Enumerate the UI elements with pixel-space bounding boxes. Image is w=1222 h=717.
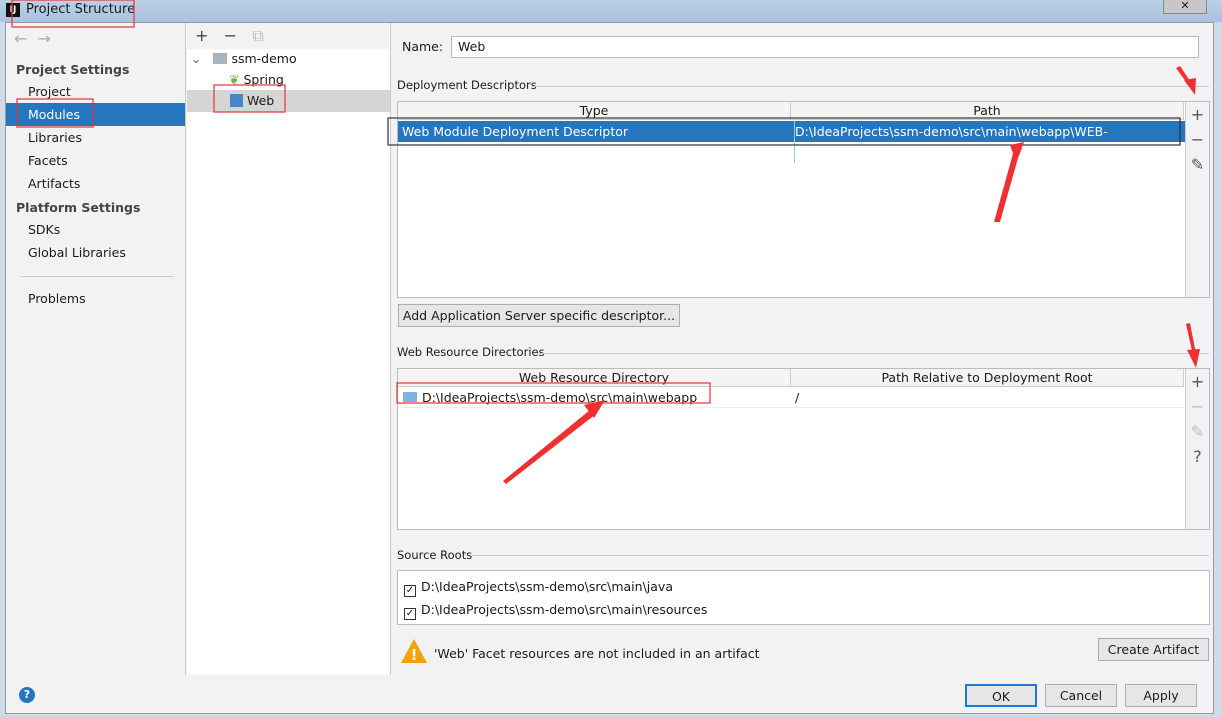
- add-icon[interactable]: +: [195, 26, 208, 45]
- spring-leaf-icon: ❦: [229, 72, 239, 87]
- warning-icon: !: [400, 638, 428, 664]
- tree-node-spring[interactable]: ❦ Spring: [229, 69, 284, 91]
- sidebar-item-project[interactable]: Project: [6, 80, 185, 103]
- warning-text: 'Web' Facet resources are not included i…: [434, 646, 760, 661]
- sidebar-item-libraries[interactable]: Libraries: [6, 126, 185, 149]
- create-artifact-button[interactable]: Create Artifact: [1098, 638, 1209, 661]
- tree-node-label: Spring: [243, 72, 283, 87]
- project-settings-heading: Project Settings: [16, 62, 129, 77]
- sidebar-item-facets[interactable]: Facets: [6, 149, 185, 172]
- help-button[interactable]: ?: [19, 687, 35, 703]
- project-structure-dialog: ←→ Project Settings Project Modules Libr…: [5, 22, 1214, 714]
- checkbox-checked[interactable]: ✓: [404, 608, 416, 620]
- tree-node-web[interactable]: Web: [187, 90, 390, 112]
- table-row[interactable]: Web Module Deployment Descriptor D:\Idea…: [398, 121, 1185, 142]
- directory-cell: D:\IdeaProjects\ssm-demo\src\main\webapp: [422, 387, 697, 408]
- resource-toolbar: + − ✎ ?: [1185, 369, 1209, 529]
- help-question-icon[interactable]: ?: [1186, 444, 1209, 469]
- window-title: Project Structure: [26, 2, 135, 17]
- add-server-descriptor-button[interactable]: Add Application Server specific descript…: [398, 304, 680, 327]
- relative-path-cell: /: [795, 387, 799, 408]
- tree-node-label: Web: [247, 93, 274, 108]
- apply-button[interactable]: Apply: [1125, 684, 1197, 707]
- sidebar-item-sdks[interactable]: SDKs: [6, 218, 185, 241]
- deployment-descriptors-table: Type Path Web Module Deployment Descript…: [397, 101, 1210, 298]
- folder-icon: [403, 392, 417, 402]
- column-header-path[interactable]: Path: [791, 102, 1184, 120]
- chevron-down-icon[interactable]: ⌄: [191, 51, 201, 66]
- column-header-directory[interactable]: Web Resource Directory: [398, 369, 791, 387]
- copy-icon[interactable]: ⧉: [252, 26, 263, 45]
- table-row[interactable]: D:\IdeaProjects\ssm-demo\src\main\webapp…: [398, 387, 1185, 408]
- svg-text:!: !: [411, 646, 418, 664]
- web-facet-panel: Name: Web Deployment Descriptors Type Pa…: [392, 23, 1214, 675]
- dialog-footer: ? OK Cancel Apply: [6, 675, 1213, 713]
- tree-toolbar: + − ⧉: [187, 23, 390, 49]
- cancel-button[interactable]: Cancel: [1045, 684, 1117, 707]
- sidebar-item-modules[interactable]: Modules: [6, 103, 185, 126]
- web-resource-directories-heading: Web Resource Directories: [397, 345, 545, 359]
- add-icon[interactable]: +: [1186, 102, 1209, 127]
- web-facet-icon: [230, 94, 243, 107]
- remove-icon[interactable]: −: [1186, 127, 1209, 152]
- source-roots-heading: Source Roots: [397, 548, 472, 562]
- intellij-logo-icon: IJ: [6, 3, 20, 17]
- ok-button[interactable]: OK: [965, 684, 1037, 707]
- platform-settings-heading: Platform Settings: [16, 200, 140, 215]
- divider: [537, 353, 1209, 354]
- sidebar-item-artifacts[interactable]: Artifacts: [6, 172, 185, 195]
- back-forward-icons[interactable]: ←→: [14, 29, 61, 48]
- divider: [20, 276, 174, 277]
- sidebar: ←→ Project Settings Project Modules Libr…: [6, 23, 186, 675]
- type-cell: Web Module Deployment Descriptor: [402, 121, 628, 142]
- source-roots-list: ✓D:\IdeaProjects\ssm-demo\src\main\java …: [397, 570, 1210, 625]
- source-root-item[interactable]: ✓ D:\IdeaProjects\ssm-demo\src\main\resou…: [404, 602, 707, 620]
- divider: [532, 86, 1209, 87]
- module-folder-icon: [213, 53, 227, 64]
- tree-node-label: ssm-demo: [231, 51, 296, 66]
- deployment-descriptors-heading: Deployment Descriptors: [397, 78, 537, 92]
- checkbox-checked[interactable]: ✓: [404, 585, 416, 597]
- path-cell: D:\IdeaProjects\ssm-demo\src\main\webapp…: [794, 121, 1185, 163]
- remove-icon[interactable]: −: [1186, 394, 1209, 419]
- remove-icon[interactable]: −: [224, 26, 237, 45]
- edit-pencil-icon[interactable]: ✎: [1186, 152, 1209, 177]
- title-bar: IJ Project Structure ✕: [0, 0, 1222, 22]
- divider: [472, 555, 1209, 556]
- source-root-path: D:\IdeaProjects\ssm-demo\src\main\java: [421, 579, 673, 594]
- name-label: Name:: [402, 39, 443, 54]
- sidebar-item-global-libraries[interactable]: Global Libraries: [6, 241, 185, 264]
- web-resource-table: Web Resource Directory Path Relative to …: [397, 368, 1210, 530]
- source-root-path: D:\IdeaProjects\ssm-demo\src\main\resour…: [421, 602, 707, 617]
- module-tree: + − ⧉ ⌄ ssm-demo ❦ Spring Web: [187, 23, 391, 675]
- close-button[interactable]: ✕: [1163, 0, 1207, 14]
- edit-pencil-icon[interactable]: ✎: [1186, 419, 1209, 444]
- tree-node-ssm-demo[interactable]: ⌄ ssm-demo: [191, 48, 297, 70]
- column-header-relative-path[interactable]: Path Relative to Deployment Root: [791, 369, 1184, 387]
- source-root-item[interactable]: ✓ D:\IdeaProjects\ssm-demo\src\main\java: [404, 579, 673, 597]
- column-header-type[interactable]: Type: [398, 102, 791, 120]
- descriptor-toolbar: + − ✎: [1185, 102, 1209, 297]
- add-icon[interactable]: +: [1186, 369, 1209, 394]
- name-input[interactable]: Web: [451, 36, 1199, 58]
- sidebar-item-problems[interactable]: Problems: [6, 287, 185, 310]
